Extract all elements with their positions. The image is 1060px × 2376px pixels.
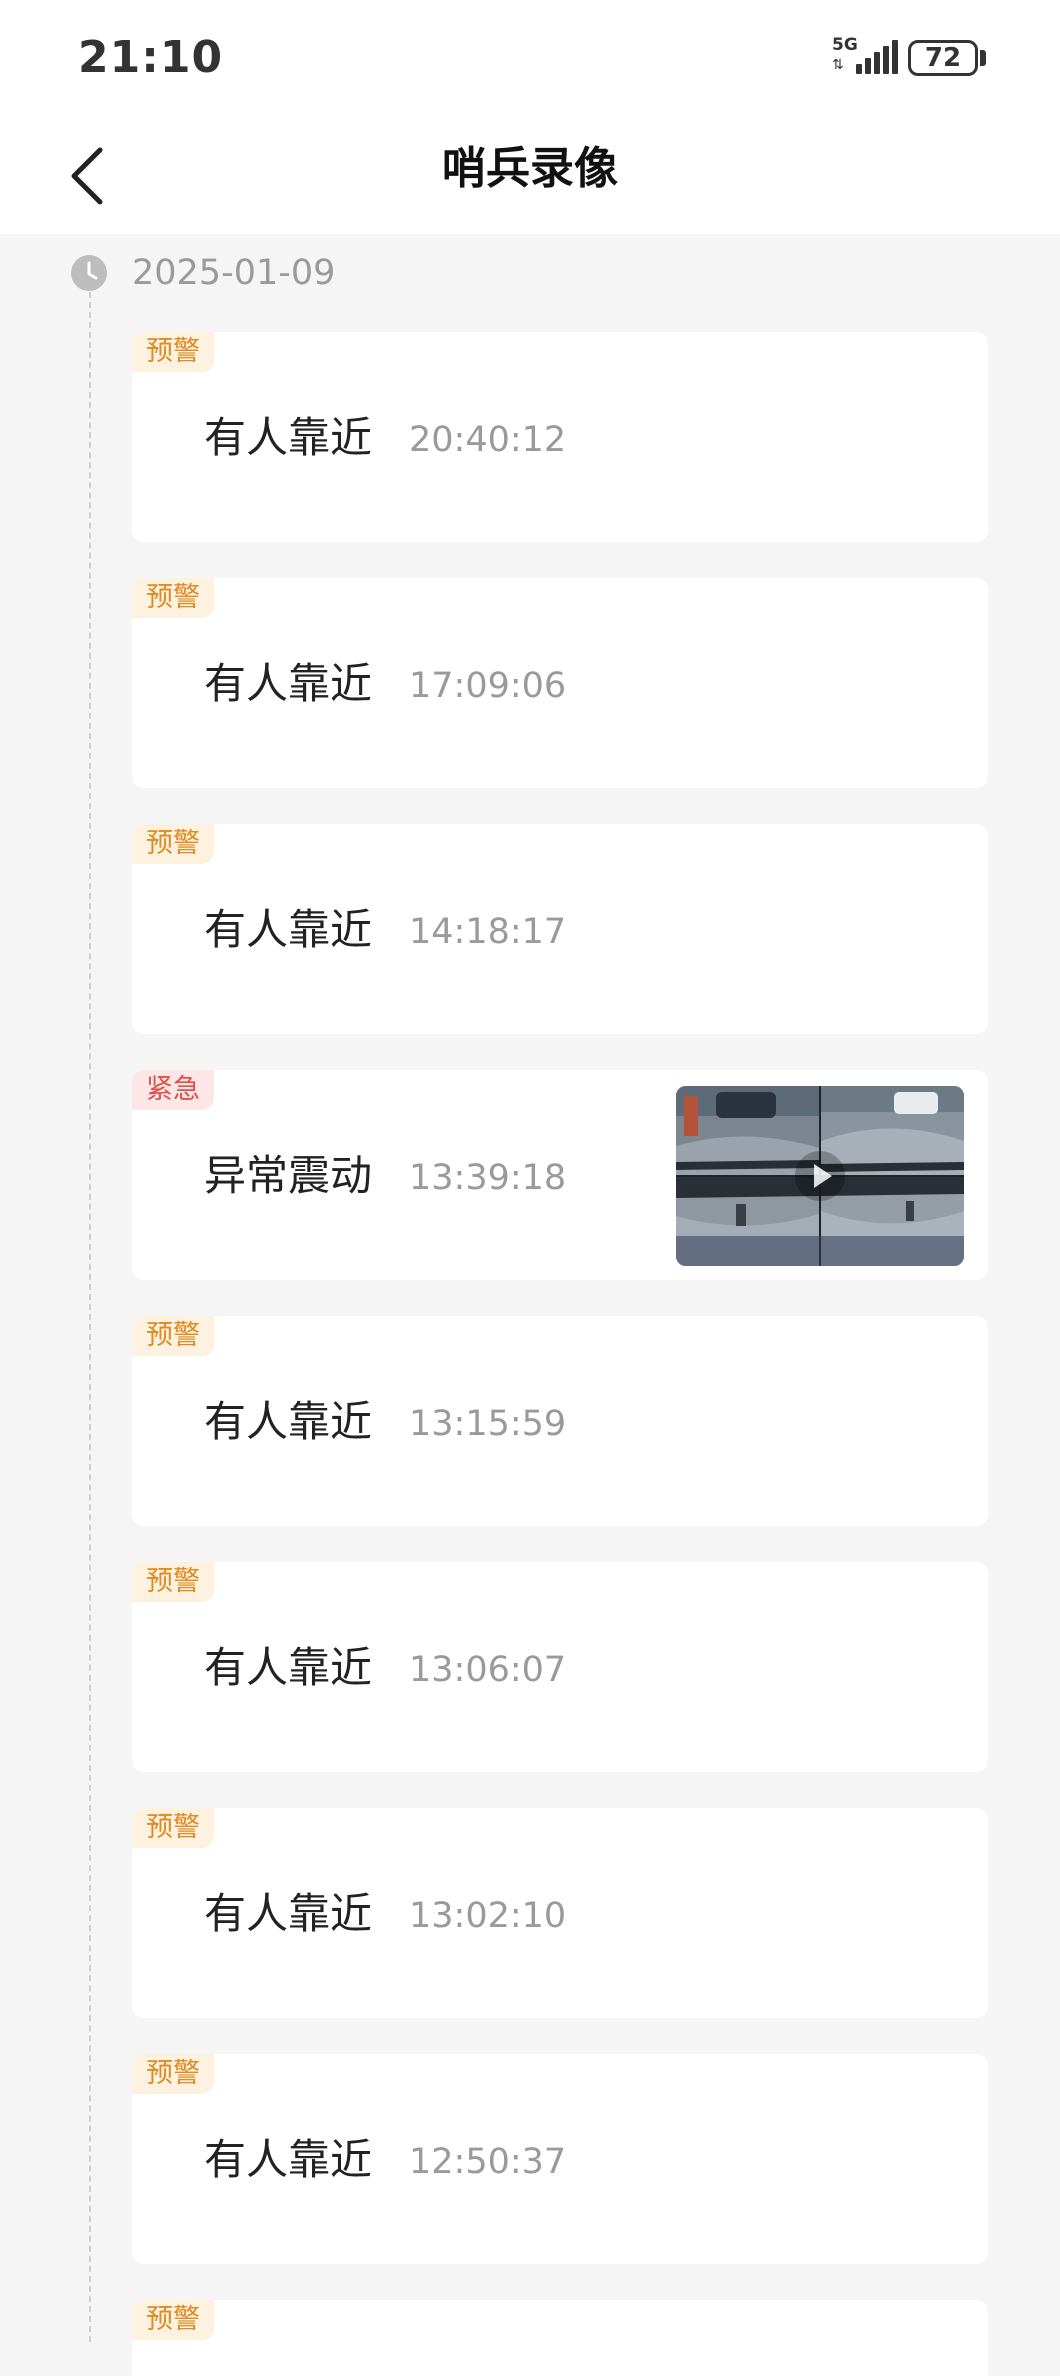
event-card[interactable]: 紧急 异常震动 13:39:18 <box>132 1070 988 1280</box>
event-title: 有人靠近 <box>204 1397 373 1446</box>
event-card[interactable]: 预警 有人靠近 13:02:10 <box>132 1808 988 2018</box>
event-title: 有人靠近 <box>204 1643 373 1692</box>
video-thumbnail[interactable] <box>676 1086 964 1266</box>
network-type: 5G <box>832 35 858 55</box>
battery-icon: 72 <box>908 40 978 76</box>
event-title: 有人靠近 <box>204 1889 373 1938</box>
timeline-line <box>89 292 91 2342</box>
event-time: 13:39:18 <box>409 1158 567 1198</box>
tag-badge: 预警 <box>132 2054 214 2094</box>
tag-badge: 预警 <box>132 332 214 372</box>
tag-badge: 预警 <box>132 1808 214 1848</box>
nav-header: 哨兵录像 <box>0 116 1060 234</box>
event-time: 12:50:37 <box>409 2142 567 2182</box>
tag-badge: 预警 <box>132 578 214 618</box>
event-title: 有人靠近 <box>204 2135 373 2184</box>
tag-badge: 预警 <box>132 824 214 864</box>
play-icon <box>795 1151 845 1201</box>
event-title: 有人靠近 <box>204 905 373 954</box>
tag-badge: 预警 <box>132 1316 214 1356</box>
back-button[interactable] <box>62 142 122 206</box>
event-card[interactable]: 预警 有人靠近 12:50:37 <box>132 2054 988 2264</box>
event-title: 异常震动 <box>204 1151 373 1200</box>
battery-tip <box>980 50 986 66</box>
event-time: 13:15:59 <box>409 1404 567 1444</box>
page-title: 哨兵录像 <box>442 143 618 194</box>
tag-badge: 预警 <box>132 2300 214 2340</box>
event-card[interactable]: 预警 有人靠近 17:09:06 <box>132 578 988 788</box>
event-time: 20:40:12 <box>409 420 567 460</box>
event-time: 17:09:06 <box>409 666 567 706</box>
event-card[interactable]: 预警 有人靠近 13:15:59 <box>132 1316 988 1526</box>
battery-level: 72 <box>924 43 962 73</box>
tag-badge: 预警 <box>132 1562 214 1602</box>
chevron-left-icon <box>71 147 103 205</box>
event-title: 有人靠近 <box>204 659 373 708</box>
event-time: 13:02:10 <box>409 1896 567 1936</box>
event-time: 14:18:17 <box>409 912 567 952</box>
date-label: 2025-01-09 <box>132 253 336 293</box>
event-card[interactable]: 预警 有人靠近 20:40:12 <box>132 332 988 542</box>
tag-badge: 紧急 <box>132 1070 214 1110</box>
clock-icon <box>71 255 107 291</box>
event-time: 13:06:07 <box>409 1650 567 1690</box>
event-card[interactable]: 预警 有人靠近 14:18:17 <box>132 824 988 1034</box>
status-time: 21:10 <box>78 32 224 83</box>
event-card[interactable]: 预警 有人靠近 13:06:07 <box>132 1562 988 1772</box>
event-title: 有人靠近 <box>204 413 373 462</box>
status-bar: 21:10 5G ⇅ 72 <box>0 0 1060 116</box>
data-arrows-icon: ⇅ <box>832 57 844 73</box>
event-card[interactable]: 预警 <box>132 2300 988 2376</box>
cellular-signal-icon: 5G ⇅ <box>830 35 898 78</box>
